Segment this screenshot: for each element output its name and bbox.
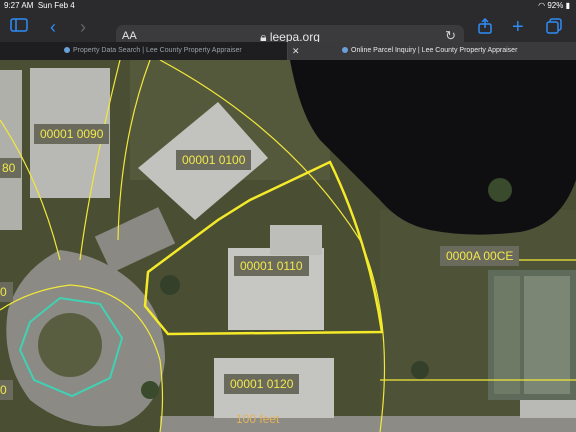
back-icon[interactable]: ‹ (50, 18, 56, 36)
tab-label: Property Data Search | Lee County Proper… (73, 47, 242, 54)
tab-bar: Property Data Search | Lee County Proper… (0, 42, 576, 60)
parcel-label-selected[interactable]: 00001 0110 (234, 256, 309, 276)
status-date: Sun Feb 4 (37, 1, 75, 10)
favicon-icon (64, 47, 70, 54)
tab-label: Online Parcel Inquiry | Lee County Prope… (351, 47, 518, 54)
parcel-map[interactable]: 00001 0090 00001 0100 00001 0110 0000A 0… (0, 60, 576, 432)
favicon-icon (342, 47, 348, 54)
status-bar: 9:27 AM Sun Feb 4 ◠ 92% ▮ (0, 0, 576, 12)
sidebar-icon[interactable] (10, 18, 28, 37)
status-time: 9:27 AM (4, 1, 34, 10)
battery-indicator: ◠ 92% ▮ (538, 1, 570, 10)
browser-toolbar: ‹ › AA 🔒︎ leepa.org ↻ + (0, 12, 576, 49)
parcel-label[interactable]: 00001 0120 (224, 374, 300, 394)
parcel-label[interactable]: 0 (0, 380, 13, 400)
parcel-label[interactable]: 0 (0, 282, 13, 302)
close-tab-icon[interactable]: ✕ (292, 42, 300, 60)
parcel-label[interactable]: 80 (0, 158, 22, 178)
parcel-label[interactable]: 0000A 00CE (440, 246, 520, 266)
map-scale-label: 100 feet (236, 412, 280, 426)
parcel-label[interactable]: 00001 0090 (34, 124, 110, 144)
wifi-icon: ◠ (538, 1, 546, 10)
status-time-date: 9:27 AM Sun Feb 4 (4, 1, 75, 10)
share-icon[interactable] (478, 17, 492, 39)
tabs-overview-icon[interactable] (546, 18, 562, 39)
battery-icon: ▮ (565, 1, 570, 10)
parcel-label[interactable]: 00001 0100 (176, 150, 252, 170)
forward-icon[interactable]: › (80, 18, 86, 36)
tab-online-parcel-inquiry[interactable]: ✕ Online Parcel Inquiry | Lee County Pro… (288, 42, 576, 60)
battery-percent: 92% (547, 1, 564, 10)
tab-property-data-search[interactable]: Property Data Search | Lee County Proper… (0, 42, 288, 60)
new-tab-icon[interactable]: + (512, 17, 524, 37)
